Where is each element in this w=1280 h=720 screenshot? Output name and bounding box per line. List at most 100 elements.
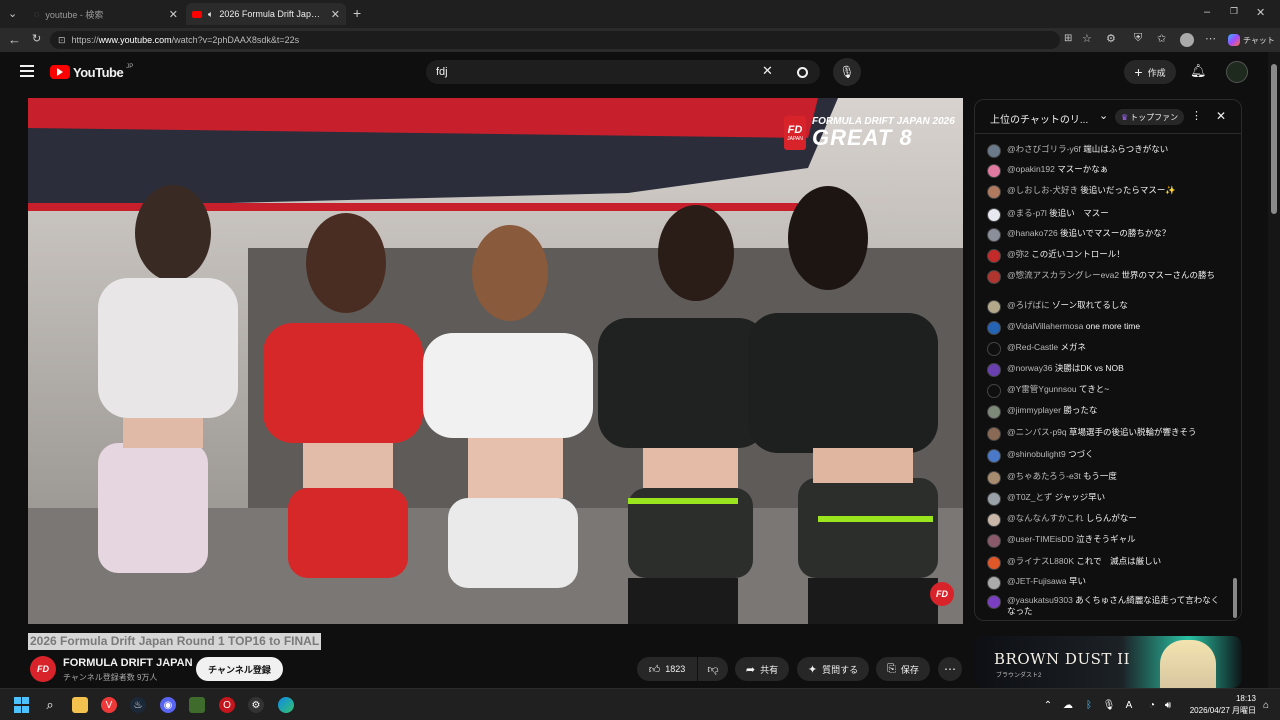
translate-icon[interactable]: ⊞ xyxy=(1064,33,1072,44)
chat-message[interactable]: @opakin192 マスーかなぁ xyxy=(987,164,1227,178)
chat-author-name[interactable]: @ろげばに xyxy=(1007,300,1050,310)
chat-message[interactable]: @T0Z_とず ジャッジ早い xyxy=(987,492,1227,506)
chat-message[interactable]: @norway36 決勝はDK vs NOB xyxy=(987,363,1227,377)
chat-message[interactable]: @Y雷管Ygunnsou てきと~ xyxy=(987,384,1227,398)
chat-author-avatar[interactable] xyxy=(987,144,1001,158)
chat-author-avatar[interactable] xyxy=(987,249,1001,263)
vivaldi-icon[interactable]: V xyxy=(101,697,117,713)
chat-author-avatar[interactable] xyxy=(987,449,1001,463)
channel-name[interactable]: FORMULA DRIFT JAPAN xyxy=(63,657,193,669)
chat-author-avatar[interactable] xyxy=(987,471,1001,485)
chat-author-avatar[interactable] xyxy=(987,384,1001,398)
voice-search-button[interactable]: 🎙︎ xyxy=(833,58,861,86)
tray-chevron-icon[interactable]: ⌃ xyxy=(1040,697,1056,713)
opera-icon[interactable]: O xyxy=(219,697,235,713)
ask-button[interactable]: ✦ 質問する xyxy=(797,657,869,681)
save-button[interactable]: ⎘ 保存 xyxy=(876,657,930,681)
youtube-logo[interactable]: YouTube JP xyxy=(50,64,133,80)
search-input[interactable]: fdj xyxy=(426,60,820,84)
chat-author-avatar[interactable] xyxy=(987,321,1001,335)
chat-author-avatar[interactable] xyxy=(987,595,1001,609)
more-menu-icon[interactable]: ⋯ xyxy=(1205,32,1216,45)
chat-author-avatar[interactable] xyxy=(987,576,1001,590)
chat-author-name[interactable]: @わさびゴリラ-y6f xyxy=(1007,144,1081,154)
volume-icon[interactable]: 🔊︎ xyxy=(1160,697,1176,713)
bookmark-star-icon[interactable]: ☆ xyxy=(1082,32,1092,45)
chevron-down-icon[interactable]: ⌄ xyxy=(1099,109,1108,122)
chat-author-avatar[interactable] xyxy=(987,185,1001,199)
chat-scrollbar[interactable] xyxy=(1233,138,1237,618)
chat-message[interactable]: @user-TIMEisDD 泣きそうギャル xyxy=(987,534,1227,548)
copilot-button[interactable]: チャット xyxy=(1228,32,1275,48)
microphone-tray-icon[interactable]: 🎙︎ xyxy=(1101,697,1117,713)
discord-icon[interactable]: ◉ xyxy=(160,697,176,713)
clock[interactable]: 18:13 2026/04/27 月曜日 xyxy=(1180,693,1256,717)
chat-author-avatar[interactable] xyxy=(987,270,1001,284)
chat-author-avatar[interactable] xyxy=(987,492,1001,506)
chat-author-avatar[interactable] xyxy=(987,534,1001,548)
chat-more-icon[interactable]: ⋮ xyxy=(1191,109,1202,122)
chat-author-avatar[interactable] xyxy=(987,513,1001,527)
reload-icon[interactable]: ↻ xyxy=(32,32,41,45)
chat-author-name[interactable]: @yasukatsu9303 xyxy=(1007,595,1073,605)
search-button[interactable] xyxy=(787,60,817,84)
file-explorer-icon[interactable] xyxy=(72,697,88,713)
wifi-icon[interactable]: ◔ xyxy=(1144,697,1160,713)
channel-avatar[interactable]: FD xyxy=(30,656,56,682)
chat-author-avatar[interactable] xyxy=(987,342,1001,356)
subscribe-button[interactable]: チャンネル登録 xyxy=(196,657,283,681)
chat-author-avatar[interactable] xyxy=(987,363,1001,377)
chat-message[interactable]: @jimmyplayer 勝ったな xyxy=(987,405,1227,419)
chat-message[interactable]: @弥2 この近いコントロール！ xyxy=(987,249,1227,263)
game-app-icon[interactable] xyxy=(189,697,205,713)
chat-author-avatar[interactable] xyxy=(987,556,1001,570)
create-button[interactable]: + 作成 xyxy=(1124,60,1176,84)
chat-message[interactable]: @ちゃあたろう-e3t もう一度 xyxy=(987,471,1227,485)
close-tab-icon[interactable]: ✕ xyxy=(331,8,340,21)
chat-header-title[interactable]: 上位のチャットのリ... xyxy=(990,111,1088,126)
extensions-icon[interactable]: ⚙ xyxy=(1106,32,1116,45)
chat-author-name[interactable]: @opakin192 xyxy=(1007,164,1055,174)
video-player[interactable]: FD JAPAN FORMULA DRIFT JAPAN 2026 GREAT … xyxy=(28,98,963,624)
chat-author-avatar[interactable] xyxy=(987,228,1001,242)
chat-author-name[interactable]: @ちゃあたろう-e3t xyxy=(1007,471,1081,481)
page-scroll-thumb[interactable] xyxy=(1271,64,1277,214)
chat-author-name[interactable]: @惣流アスカラングレーeva2 xyxy=(1007,270,1119,280)
tab-youtube-search[interactable]: ◌ youtube - 検索 ✕ xyxy=(28,3,184,25)
maximize-icon[interactable]: ❐ xyxy=(1230,6,1238,17)
chat-author-name[interactable]: @hanako726 xyxy=(1007,228,1058,238)
chat-author-name[interactable]: @T0Z_とず xyxy=(1007,492,1052,502)
onedrive-icon[interactable]: ☁ xyxy=(1060,697,1076,713)
new-tab-icon[interactable]: + xyxy=(353,5,361,21)
close-window-icon[interactable]: ✕ xyxy=(1256,6,1265,19)
chat-message[interactable]: @Red-Castle メガネ xyxy=(987,342,1227,356)
edge-icon[interactable] xyxy=(278,697,294,713)
chat-author-name[interactable]: @jimmyplayer xyxy=(1007,405,1061,415)
notifications-bell-icon[interactable]: 🔔︎ xyxy=(1190,63,1207,79)
chat-author-name[interactable]: @なんなんすかこれ xyxy=(1007,513,1083,523)
chat-author-avatar[interactable] xyxy=(987,208,1001,222)
chat-message[interactable]: @しおしお-犬好き 後追いだったらマスー✨ xyxy=(987,185,1227,199)
chat-message[interactable]: @惣流アスカラングレーeva2 世界のマスーさんの勝ち xyxy=(987,270,1227,284)
close-tab-icon[interactable]: ✕ xyxy=(169,8,178,21)
share-button[interactable]: ➦ 共有 xyxy=(735,657,789,681)
tab-list-chevron-icon[interactable]: ⌄ xyxy=(8,7,17,20)
chat-author-name[interactable]: @VidalVillahermosa xyxy=(1007,321,1083,331)
chat-author-avatar[interactable] xyxy=(987,405,1001,419)
chat-message[interactable]: @ニンパス-p9q 草場選手の後追い脱輪が響きそう xyxy=(987,427,1227,441)
chat-message[interactable]: @まる-p7l 後追い マスー xyxy=(987,208,1227,222)
chat-author-name[interactable]: @ライナスL880K xyxy=(1007,556,1074,566)
chat-message[interactable]: @なんなんすかこれ しらんがなー xyxy=(987,513,1227,527)
chat-message[interactable]: @わさびゴリラ-y6f 端山はふらつきがない xyxy=(987,144,1227,158)
chat-author-name[interactable]: @Red-Castle xyxy=(1007,342,1058,352)
more-actions-button[interactable]: ⋯ xyxy=(938,657,962,681)
chat-author-name[interactable]: @ニンパス-p9q xyxy=(1007,427,1067,437)
clear-search-icon[interactable]: ✕ xyxy=(762,63,773,79)
minimize-icon[interactable]: – xyxy=(1204,6,1210,18)
site-info-icon[interactable]: ⊡ xyxy=(58,35,66,46)
chat-author-name[interactable]: @弥2 xyxy=(1007,249,1029,259)
dislike-button[interactable]: 👎︎ xyxy=(698,657,728,681)
like-button[interactable]: 👍︎ 1823 xyxy=(637,657,697,681)
notification-center-icon[interactable]: ⌂ xyxy=(1258,697,1274,713)
shield-icon[interactable]: ⛨ xyxy=(1134,32,1142,45)
